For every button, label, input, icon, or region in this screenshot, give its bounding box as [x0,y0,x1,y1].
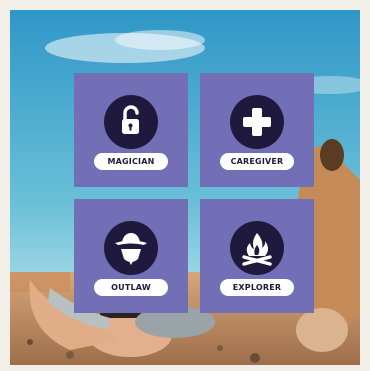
archetype-tile-explorer[interactable]: EXPLORER [200,199,314,313]
archetype-label: OUTLAW [94,279,168,296]
icon-disc [230,221,284,275]
archetype-label: CAREGIVER [220,153,294,170]
unlocked-padlock-icon [122,105,139,134]
icon-disc [104,95,158,149]
archetype-label: EXPLORER [220,279,294,296]
plus-cross-icon [243,108,271,136]
archetype-tile-caregiver[interactable]: CAREGIVER [200,73,314,187]
archetype-label: MAGICIAN [94,153,168,170]
photo-frame: MAGICIAN CAREGIVER OUTLAW EXPLORER [10,10,360,365]
campfire-icon [242,233,272,266]
archetype-tile-outlaw[interactable]: OUTLAW [74,199,188,313]
icon-disc [230,95,284,149]
masked-bandit-icon [115,233,147,265]
archetype-tile-magician[interactable]: MAGICIAN [74,73,188,187]
icon-disc [104,221,158,275]
